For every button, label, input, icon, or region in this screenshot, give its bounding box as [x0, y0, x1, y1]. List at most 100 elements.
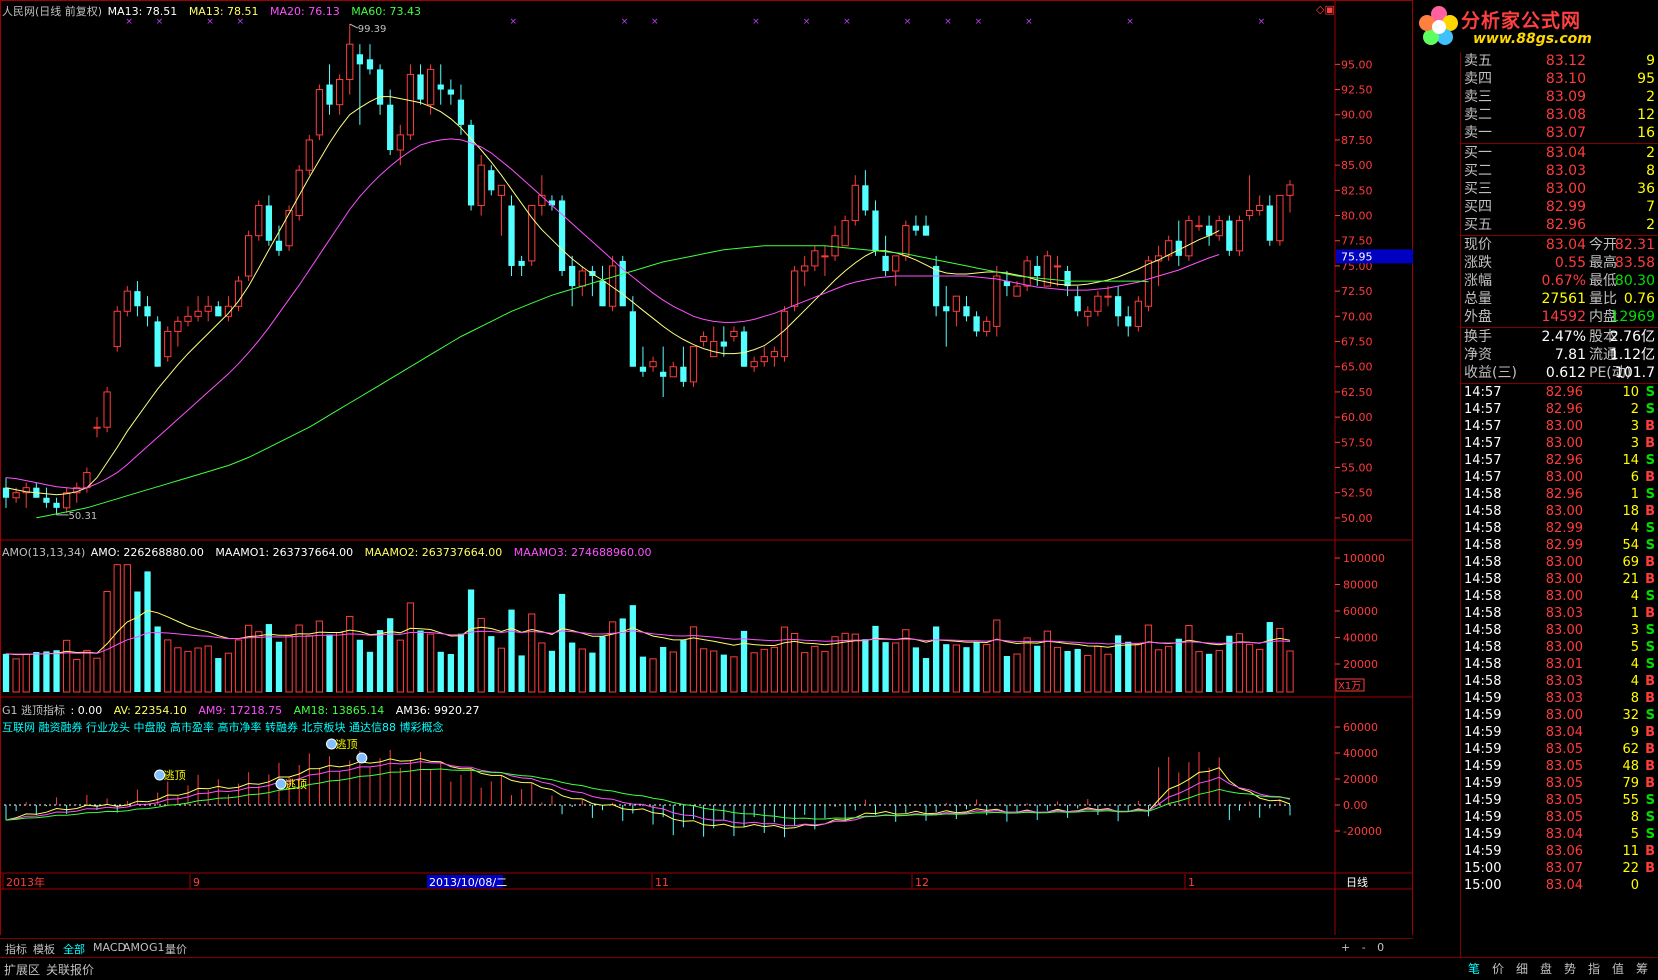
tick-side: S	[1645, 589, 1655, 604]
tick-time: 14:59	[1464, 844, 1502, 859]
kline-chart[interactable]: 95.0092.5090.0087.5085.0082.5080.0077.50…	[0, 0, 1413, 935]
stat-row: 总量 27561 量比 0.76	[1461, 290, 1658, 309]
side-tab[interactable]: 值	[1612, 960, 1624, 977]
stat-value: 0.612	[1545, 365, 1586, 381]
tick-volume: 55	[1622, 793, 1639, 808]
quote-label: 买二	[1464, 163, 1492, 179]
tab-extension[interactable]: 扩展区	[4, 961, 40, 978]
side-tab[interactable]: 笔	[1468, 960, 1480, 977]
volume-bar	[22, 653, 30, 693]
candle-body	[1144, 260, 1153, 307]
volume-bar	[387, 618, 394, 692]
stat-label: 涨跌	[1464, 255, 1492, 271]
tick-side: B	[1645, 419, 1655, 434]
zoom-buttons[interactable]: + - 0	[1338, 941, 1391, 954]
volume-bar	[255, 631, 263, 693]
tick-time: 14:58	[1464, 521, 1502, 536]
volume-bar	[215, 658, 222, 692]
quote-price: 82.96	[1545, 217, 1586, 233]
volume-bar	[780, 626, 789, 693]
volume-bar	[275, 641, 283, 692]
quote-volume: 95	[1637, 71, 1655, 87]
buy-quote-row: 买五 82.96 2	[1461, 216, 1658, 235]
tick-side: B	[1645, 470, 1655, 485]
tick-price: 83.00	[1545, 504, 1583, 519]
tick-volume: 10	[1622, 385, 1639, 400]
candle-body	[710, 341, 718, 358]
candle-body	[265, 205, 273, 241]
g1-title: G1 逃顶指标	[2, 704, 66, 717]
indicator-tab[interactable]: 量价	[162, 941, 190, 957]
buy-quote-row: 买一 83.04 2	[1461, 144, 1658, 163]
side-tab[interactable]: 指	[1588, 960, 1600, 977]
indicator-tab[interactable]: 指标	[2, 941, 30, 957]
window-corner-icons[interactable]: ◇▣	[1316, 3, 1335, 16]
tick-price: 83.03	[1545, 691, 1583, 706]
candle-body	[649, 361, 657, 368]
tick-side: B	[1645, 861, 1655, 876]
tick-price: 83.07	[1545, 861, 1583, 876]
quote-volume: 9	[1646, 53, 1655, 69]
volume-bar	[629, 605, 636, 692]
candle-body	[750, 361, 758, 368]
candle-body	[790, 270, 799, 307]
quote-label: 卖三	[1464, 89, 1492, 105]
volume-bar	[134, 591, 141, 692]
price-tick-label: 55.00	[1341, 462, 1373, 475]
volume-bar	[366, 651, 374, 692]
volume-bar	[33, 652, 40, 692]
logo: 分析家公式网 www.88gs.com	[1413, 0, 1658, 52]
event-marker-icon: ×	[1258, 17, 1266, 27]
volume-bar	[730, 656, 738, 693]
tick-side: B	[1645, 504, 1655, 519]
candle-body	[194, 310, 202, 317]
volume-bar	[224, 652, 233, 693]
tick-side: S	[1645, 708, 1655, 723]
g1-av: AV: 22354.10	[113, 704, 187, 717]
volume-bar	[1074, 648, 1081, 692]
side-tab[interactable]: 价	[1492, 960, 1504, 977]
indicator-tab[interactable]: 模板	[30, 941, 58, 957]
price-tick-label: 60.00	[1341, 411, 1373, 424]
volume-bar	[508, 609, 515, 692]
tick-price: 83.04	[1545, 725, 1583, 740]
quote-label: 卖一	[1464, 125, 1492, 141]
g1-am9-line	[5, 761, 1291, 827]
candle-body	[488, 170, 495, 191]
candle-body	[1245, 210, 1254, 217]
quote-volume: 2	[1646, 89, 1655, 105]
concept-tags[interactable]: 互联网 融资融券 行业龙头 中盘股 高市盈率 高市净率 转融券 北京板块 通达信…	[2, 719, 443, 735]
side-tab[interactable]: 势	[1564, 960, 1576, 977]
tick-row: 14:58 83.00 3 S	[1461, 622, 1658, 639]
stat-value: 0.76	[1623, 291, 1655, 307]
candle-body	[123, 290, 131, 312]
indicator-tab[interactable]: 全部	[60, 941, 88, 957]
candle-body	[426, 68, 435, 106]
stat-value: 0.55	[1554, 255, 1586, 271]
side-tab[interactable]: 细	[1516, 960, 1528, 977]
volume-bar	[943, 644, 950, 692]
candle-body	[1185, 220, 1193, 257]
tick-volume: 1	[1630, 487, 1639, 502]
tick-row: 14:59 83.00 32 S	[1461, 707, 1658, 724]
tab-related-quotes[interactable]: 关联报价	[46, 961, 94, 978]
chart-area[interactable]: 95.00 92.50 90.00 87.50 85.00 82.50 80.00 77.50…	[0, 0, 1413, 935]
tick-volume: 14	[1622, 453, 1639, 468]
volume-bar	[1185, 624, 1193, 693]
side-tab[interactable]: 筹	[1636, 960, 1648, 977]
candle-body	[993, 275, 1001, 327]
candle-body	[113, 310, 121, 348]
tick-price: 82.96	[1545, 385, 1583, 400]
tick-row: 14:59 83.04 5 S	[1461, 826, 1658, 843]
stat-row: 收益(三) 0.612 PE(动) 101.7	[1461, 364, 1658, 383]
side-tab[interactable]: 盘	[1540, 960, 1552, 977]
tick-volume: 0	[1630, 878, 1639, 893]
tick-row: 14:58 83.00 69 B	[1461, 554, 1658, 571]
candle-body	[811, 250, 819, 267]
volume-bar	[477, 617, 485, 693]
tick-row: 14:59 83.05 62 B	[1461, 741, 1658, 758]
candle-body	[730, 330, 738, 337]
candle-body	[417, 74, 424, 100]
time-axis-sep: 9	[193, 876, 200, 889]
tick-time: 14:59	[1464, 691, 1502, 706]
